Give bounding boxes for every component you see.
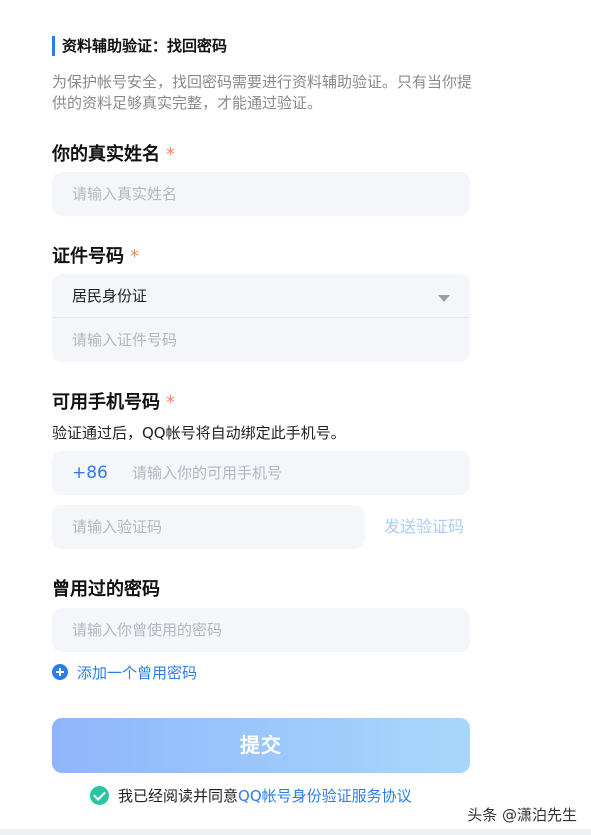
page-description: 为保护帐号安全，找回密码需要进行资料辅助验证。只有当你提供的资料足够真实完整，才… [52, 73, 473, 112]
phone-label-row: 可用手机号码 * [52, 388, 175, 414]
old-password-label-row: 曾用过的密码 [52, 575, 160, 601]
id-type-value: 居民身份证 [72, 287, 148, 305]
plus-circle-icon [52, 664, 68, 680]
old-password-input[interactable]: 请输入你曾使用的密码 [52, 608, 470, 652]
name-label-row: 你的真实姓名 * [52, 140, 175, 166]
required-mark: * [130, 246, 139, 267]
add-old-password-button[interactable]: 添加一个曾用密码 [52, 660, 197, 684]
phone-hint: 验证通过后，QQ帐号将自动绑定此手机号。 [52, 424, 346, 442]
required-mark: * [166, 144, 175, 165]
name-label: 你的真实姓名 [52, 144, 160, 165]
phone-label: 可用手机号码 [52, 392, 160, 413]
verification-code-input[interactable]: 请输入验证码 [52, 505, 365, 549]
watermark: 头条 @潇泊先生 [467, 806, 577, 824]
password-recovery-page: 资料辅助验证：找回密码 为保护帐号安全，找回密码需要进行资料辅助验证。只有当你提… [0, 0, 591, 835]
agreement-row: 我已经阅读并同意 QQ帐号身份验证服务协议 [90, 784, 412, 806]
required-mark: * [166, 392, 175, 413]
phone-input-group: +86 请输入你的可用手机号 [52, 451, 470, 495]
id-label: 证件号码 [52, 246, 124, 267]
old-password-label: 曾用过的密码 [52, 579, 160, 600]
id-type-select[interactable]: 居民身份证 [52, 274, 470, 318]
send-code-button[interactable]: 发送验证码 [384, 505, 464, 549]
check-circle-icon[interactable] [90, 785, 109, 805]
bottom-divider [0, 829, 591, 835]
real-name-input[interactable]: 请输入真实姓名 [52, 172, 470, 216]
chevron-down-icon [438, 295, 450, 302]
add-old-password-label: 添加一个曾用密码 [77, 663, 198, 682]
agreement-prefix: 我已经阅读并同意 [118, 786, 239, 805]
page-title: 资料辅助验证：找回密码 [52, 36, 227, 56]
id-number-input[interactable]: 请输入证件号码 [52, 318, 470, 362]
agreement-link[interactable]: QQ帐号身份验证服务协议 [238, 785, 412, 806]
phone-input[interactable]: 请输入你的可用手机号 [132, 451, 282, 495]
country-code-select[interactable]: +86 [72, 451, 108, 495]
id-label-row: 证件号码 * [52, 242, 139, 268]
submit-button[interactable]: 提交 [52, 718, 470, 773]
id-field-group: 居民身份证 请输入证件号码 [52, 274, 470, 362]
